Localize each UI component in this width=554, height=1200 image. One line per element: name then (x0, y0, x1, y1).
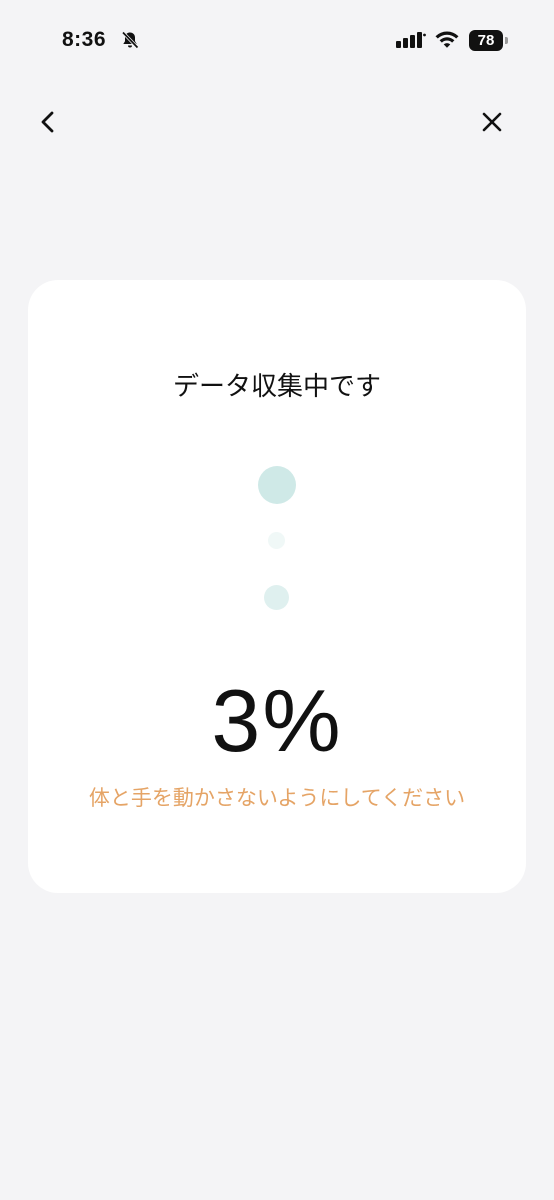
progress-percentage: 3% (211, 671, 343, 770)
battery-icon: 78 (469, 30, 509, 51)
chevron-left-icon (41, 111, 54, 133)
back-button[interactable] (30, 104, 66, 140)
card-title: データ収集中です (172, 372, 381, 402)
instruction-text: 体と手を動かさないようにしてください (88, 786, 466, 810)
loading-dot (258, 466, 296, 504)
battery-cap (505, 37, 508, 44)
data-collection-card: データ収集中です 3% 体と手を動かさないようにしてください (28, 280, 526, 893)
status-time: 8:36 (62, 28, 107, 51)
loading-dot (264, 585, 289, 610)
signal-icon (396, 32, 426, 48)
close-icon (482, 112, 502, 132)
battery-level: 78 (469, 30, 503, 51)
wifi-icon (435, 31, 459, 48)
loading-dot (268, 532, 285, 549)
bell-off-icon (121, 31, 139, 49)
close-button[interactable] (474, 104, 510, 140)
status-bar: 8:36 78 (0, 0, 554, 80)
